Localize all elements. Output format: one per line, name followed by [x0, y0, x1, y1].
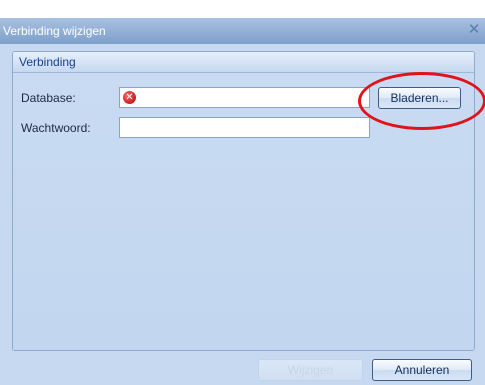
cancel-button[interactable]: Annuleren	[372, 359, 472, 381]
connection-group: Verbinding Database: ✕ Bladeren... Wacht…	[12, 51, 475, 351]
group-title: Verbinding	[13, 52, 474, 73]
browse-button[interactable]: Bladeren...	[378, 87, 461, 109]
dialog-window: Verbinding wijzigen ✕ Verbinding Databas…	[0, 18, 485, 385]
ok-button[interactable]: Wijzigen	[258, 359, 363, 381]
database-field[interactable]	[119, 87, 370, 108]
database-label: Database:	[21, 91, 76, 105]
window-title: Verbinding wijzigen	[3, 24, 106, 38]
error-icon: ✕	[123, 91, 136, 104]
title-bar[interactable]: Verbinding wijzigen ✕	[0, 18, 485, 44]
password-field[interactable]	[119, 117, 370, 138]
password-label: Wachtwoord:	[21, 121, 91, 135]
group-body: Database: ✕ Bladeren... Wachtwoord:	[13, 73, 474, 350]
close-icon[interactable]: ✕	[466, 21, 482, 39]
